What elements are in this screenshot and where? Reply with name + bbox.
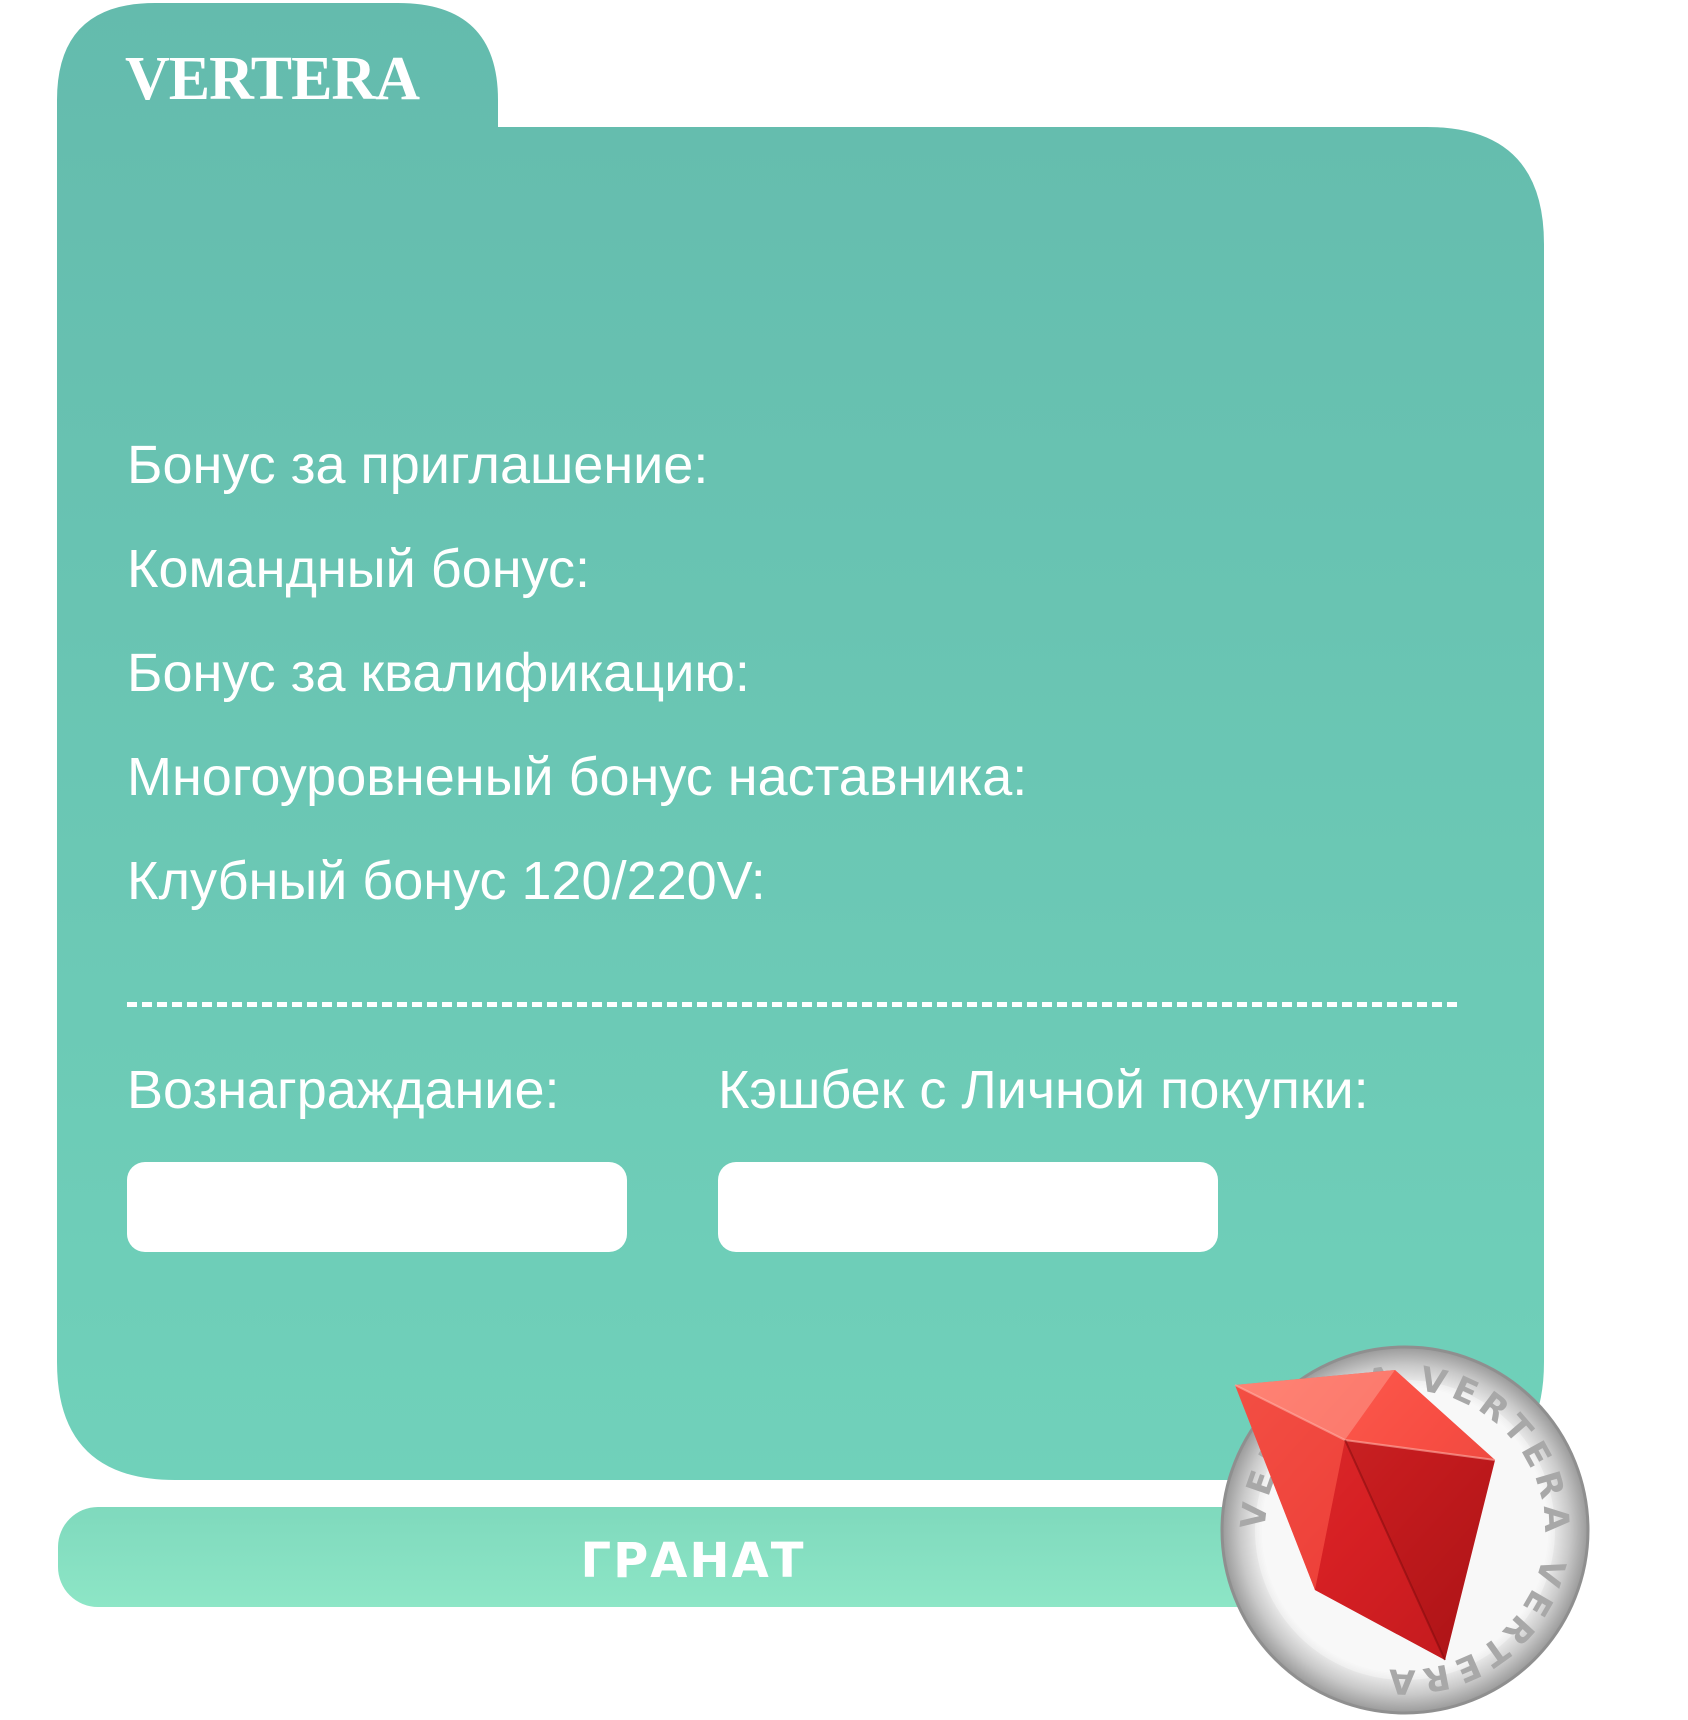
bonus-list: Бонус за приглашение: Командный бонус: Б…	[127, 430, 1027, 950]
bonus-item-club: Клубный бонус 120/220V:	[127, 851, 766, 911]
reward-label: Вознаграждание:	[127, 1060, 560, 1120]
dashed-divider	[127, 1002, 1457, 1007]
brand-logo: VERTERA	[125, 45, 420, 113]
reward-field: Вознаграждание:	[127, 1055, 627, 1252]
bonus-item-team: Командный бонус:	[127, 539, 590, 599]
bonus-item-qualification: Бонус за квалификацию:	[127, 643, 750, 703]
bonus-item-invitation: Бонус за приглашение:	[127, 435, 709, 495]
cashback-field: Кэшбек с Личной покупки:	[718, 1055, 1369, 1252]
cashback-input[interactable]	[718, 1162, 1218, 1252]
reward-input[interactable]	[127, 1162, 627, 1252]
garnet-badge: VERTERA VERTERA VERTERA	[1220, 1345, 1590, 1715]
cashback-label: Кэшбек с Личной покупки:	[718, 1060, 1369, 1120]
rank-label: ГРАНАТ	[580, 1533, 806, 1589]
bonus-item-mentor: Многоуровненый бонус наставника:	[127, 747, 1028, 807]
